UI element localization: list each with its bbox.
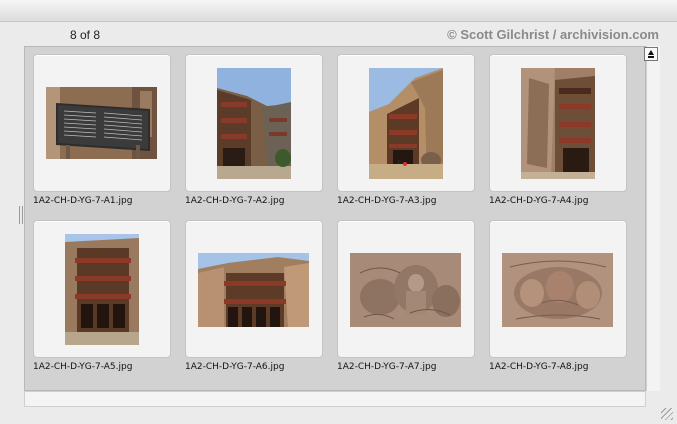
copyright-text: © Scott Gilchrist / archivision.com	[447, 27, 659, 42]
thumbnail-image[interactable]	[217, 68, 291, 179]
thumbnail-filename: 1A2-CH-D-YG-7-A5.jpg	[33, 362, 133, 372]
scroll-top-arrow-icon[interactable]	[644, 47, 658, 61]
thumbnail-image[interactable]	[502, 253, 613, 327]
thumbnail-filename: 1A2-CH-D-YG-7-A1.jpg	[33, 196, 133, 206]
thumbnail-image[interactable]	[350, 253, 461, 327]
thumbnail-filename: 1A2-CH-D-YG-7-A4.jpg	[489, 196, 589, 206]
thumbnail-image[interactable]	[65, 234, 139, 345]
thumbnail-image[interactable]	[369, 68, 443, 179]
thumbnail-filename: 1A2-CH-D-YG-7-A7.jpg	[337, 362, 437, 372]
horizontal-scrollbar[interactable]	[24, 391, 646, 407]
thumbnail-image[interactable]	[198, 253, 309, 327]
image-count: 8 of 8	[70, 28, 101, 42]
thumbnail-filename: 1A2-CH-D-YG-7-A3.jpg	[337, 196, 437, 206]
window-top-bar	[0, 0, 677, 22]
thumbnail-filename: 1A2-CH-D-YG-7-A2.jpg	[185, 196, 285, 206]
thumbnail-image[interactable]	[521, 68, 595, 179]
vertical-scrollbar[interactable]	[646, 46, 660, 391]
splitter-handle[interactable]	[19, 206, 23, 224]
thumbnail-filename: 1A2-CH-D-YG-7-A6.jpg	[185, 362, 285, 372]
thumbnail-filename: 1A2-CH-D-YG-7-A8.jpg	[489, 362, 589, 372]
thumbnail-image[interactable]	[46, 87, 157, 159]
resize-grip-icon[interactable]	[661, 408, 673, 420]
